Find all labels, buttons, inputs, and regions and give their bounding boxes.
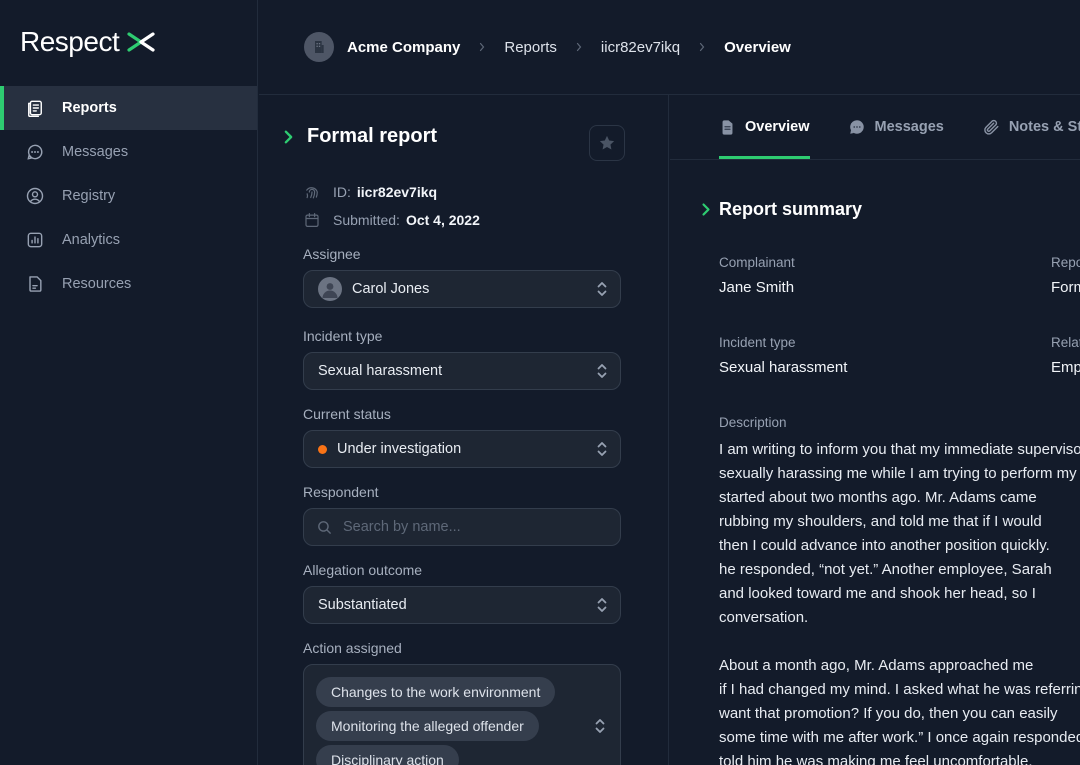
assignee-value: Carol Jones [352,281,429,297]
sidebar-item-label: Analytics [62,232,120,248]
complainant-label: Complainant [719,255,795,270]
report-type-value: Formal [1051,279,1080,296]
tab-messages[interactable]: Messages [848,95,944,159]
messages-icon [24,141,46,163]
complainant-value: Jane Smith [719,279,794,296]
report-submitted-row: Submitted: Oct 4, 2022 [303,211,480,229]
report-id-row: ID: iicr82ev7ikq [303,183,437,201]
report-id-value: iicr82ev7ikq [357,184,437,200]
sidebar-nav: Reports Messages Registry [0,86,257,306]
current-status-value: Under investigation [337,441,461,457]
report-title: Formal report [307,125,437,148]
respondent-label: Respondent [303,484,621,500]
submitted-value: Oct 4, 2022 [406,212,480,228]
relationship-value: Employee [1051,359,1080,376]
breadcrumb-page[interactable]: Overview [724,39,791,56]
calendar-icon [303,211,321,229]
document-icon [719,119,736,136]
company-avatar [304,32,334,62]
submitted-label: Submitted: [333,212,400,228]
report-id-label: ID: [333,184,351,200]
incident-type-summary-label: Incident type [719,335,796,350]
registry-icon [24,185,46,207]
respondent-search-input[interactable] [343,519,583,535]
action-assigned-multiselect[interactable]: Changes to the work environment Monitori… [303,664,621,765]
breadcrumb-section[interactable]: Reports [504,39,557,56]
status-dot-icon [318,445,327,454]
report-panel: Formal report ID:iicr82ev7ikq Submitted [259,95,669,765]
report-summary-title: Report summary [719,199,862,220]
assignee-avatar [318,277,342,301]
tab-label: Notes & Statements [1009,119,1080,135]
incident-type-value: Sexual harassment [318,363,442,379]
search-icon [316,519,333,536]
select-caret-icon [596,362,608,380]
brand-x-icon [125,29,157,55]
description-paragraph: I am writing to inform you that my immed… [719,438,1080,630]
tab-label: Messages [875,119,944,135]
description-label: Description [719,415,787,430]
app-logo[interactable]: Respect [0,0,257,58]
assignee-select[interactable]: Carol Jones [303,270,621,308]
sidebar-item-resources[interactable]: Resources [0,262,257,306]
fingerprint-icon [303,183,321,201]
allegation-outcome-value: Substantiated [318,597,407,613]
relationship-label: Relationship [1051,335,1080,350]
sidebar-item-label: Registry [62,188,115,204]
incident-type-label: Incident type [303,328,621,344]
sidebar-item-registry[interactable]: Registry [0,174,257,218]
assignee-label: Assignee [303,246,621,262]
select-caret-icon [596,596,608,614]
allegation-outcome-select[interactable]: Substantiated [303,586,621,624]
report-title-row[interactable]: Formal report [283,125,437,148]
sidebar-item-label: Reports [62,100,117,116]
breadcrumb-company[interactable]: Acme Company [347,39,460,56]
analytics-icon [24,229,46,251]
sidebar-item-label: Resources [62,276,131,292]
action-assigned-label: Action assigned [303,640,621,656]
incident-type-select[interactable]: Sexual harassment [303,352,621,390]
current-status-label: Current status [303,406,621,422]
resources-icon [24,273,46,295]
respondent-search[interactable] [303,508,621,546]
tab-notes-statements[interactable]: Notes & Statements [982,95,1080,159]
sidebar-item-label: Messages [62,144,128,160]
action-chip[interactable]: Changes to the work environment [316,677,555,707]
tab-overview[interactable]: Overview [719,95,810,159]
report-type-label: Report type [1051,255,1080,270]
chat-bubble-icon [848,118,866,136]
sidebar-item-analytics[interactable]: Analytics [0,218,257,262]
allegation-outcome-label: Allegation outcome [303,562,621,578]
chevron-right-icon [701,202,711,217]
chevron-right-icon [283,129,294,145]
chevron-right-icon [476,41,488,53]
reports-icon [24,97,46,119]
action-chip[interactable]: Disciplinary action [316,745,459,765]
sidebar-item-reports[interactable]: Reports [0,86,257,130]
incident-type-summary-value: Sexual harassment [719,359,847,376]
select-caret-icon [596,280,608,298]
detail-panel: Overview Messages Notes & Statements Rep… [670,95,1080,765]
sidebar: Respect Reports [0,0,258,765]
favorite-button[interactable] [589,125,625,161]
current-status-select[interactable]: Under investigation [303,430,621,468]
brand-name: Respect [20,26,119,58]
select-caret-icon [594,717,606,735]
report-summary-heading[interactable]: Report summary [719,199,862,220]
building-icon [311,39,327,55]
action-chip[interactable]: Monitoring the alleged offender [316,711,539,741]
sidebar-item-messages[interactable]: Messages [0,130,257,174]
chevron-right-icon [573,41,585,53]
tab-bar: Overview Messages Notes & Statements [670,95,1080,160]
select-caret-icon [596,440,608,458]
description-paragraph: About a month ago, Mr. Adams approached … [719,654,1080,765]
breadcrumb-report-id[interactable]: iicr82ev7ikq [601,39,680,56]
breadcrumb: Acme Company Reports iicr82ev7ikq Overvi… [259,0,1080,95]
paperclip-icon [982,118,1000,136]
star-icon [598,134,616,152]
chevron-right-icon [696,41,708,53]
tab-label: Overview [745,119,810,135]
